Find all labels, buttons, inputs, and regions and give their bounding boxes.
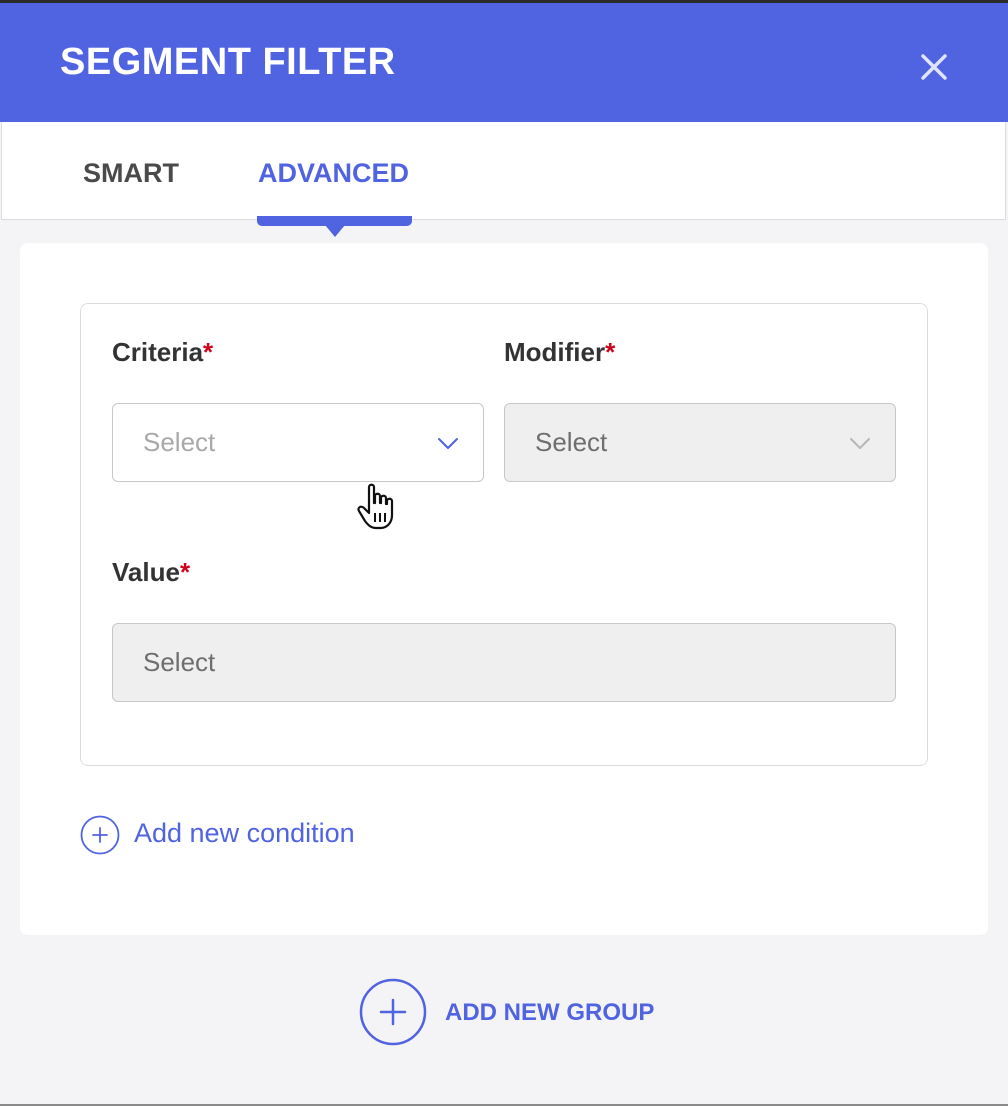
modifier-label: Modifier* bbox=[504, 337, 616, 367]
criteria-label: Criteria* bbox=[112, 337, 214, 367]
modifier-select: Select bbox=[504, 403, 896, 482]
required-mark: * bbox=[203, 337, 214, 367]
plus-circle-icon bbox=[359, 978, 427, 1046]
close-icon bbox=[921, 54, 947, 80]
modifier-placeholder: Select bbox=[535, 427, 608, 457]
add-condition-label: Add new condition bbox=[134, 818, 355, 848]
plus-circle-icon bbox=[80, 815, 120, 855]
value-placeholder: Select bbox=[143, 647, 216, 677]
add-group-label: ADD NEW GROUP bbox=[445, 999, 655, 1026]
active-tab-pointer bbox=[325, 225, 345, 237]
segment-filter-dialog: SEGMENT FILTER SMART ADVANCED Criteria* … bbox=[0, 0, 1008, 1106]
chevron-down-icon bbox=[850, 438, 870, 449]
chevron-down-icon bbox=[438, 438, 458, 449]
value-select: Select bbox=[112, 623, 896, 702]
required-mark: * bbox=[605, 337, 616, 367]
tab-bar: SMART ADVANCED bbox=[1, 122, 1006, 220]
close-button[interactable] bbox=[914, 47, 954, 87]
dialog-title: SEGMENT FILTER bbox=[60, 41, 396, 83]
tab-smart[interactable]: SMART bbox=[83, 158, 179, 189]
criteria-placeholder: Select bbox=[143, 427, 216, 457]
hand-pointer-cursor-icon bbox=[357, 483, 394, 530]
tab-advanced[interactable]: ADVANCED bbox=[258, 158, 409, 189]
required-mark: * bbox=[179, 557, 191, 587]
criteria-select[interactable]: Select bbox=[112, 403, 484, 482]
dialog-header: SEGMENT FILTER bbox=[0, 3, 1008, 122]
value-label: Value* bbox=[112, 557, 191, 587]
